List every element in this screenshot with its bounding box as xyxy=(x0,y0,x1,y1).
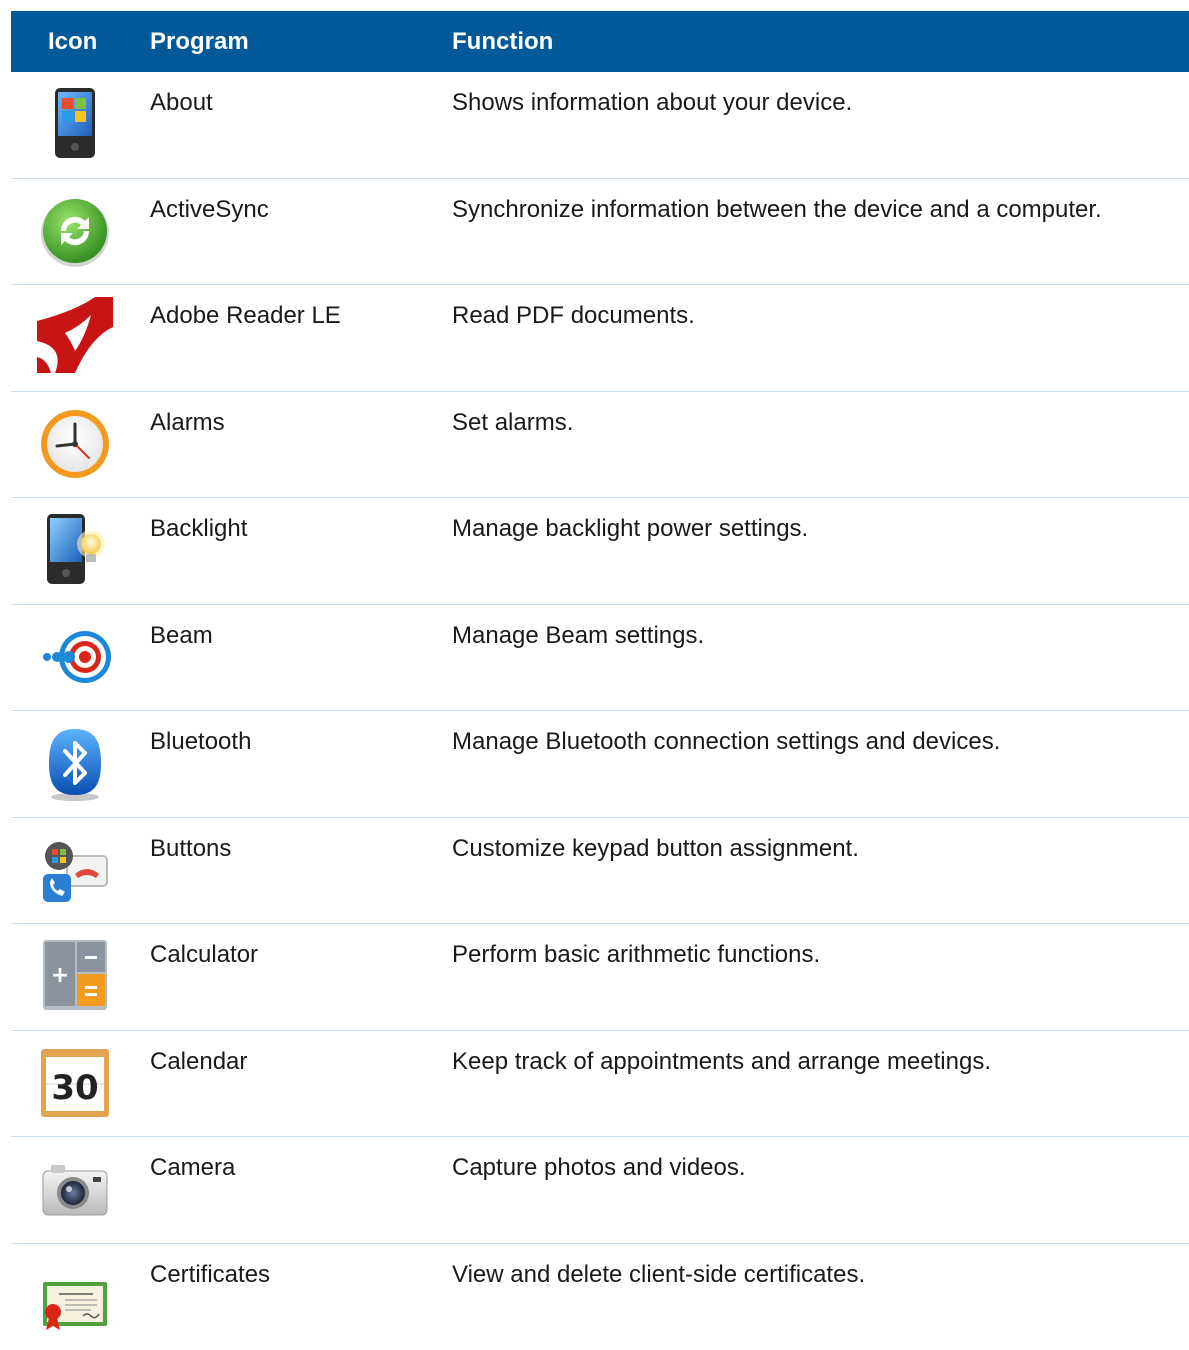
program-name: Certificates xyxy=(150,1260,271,1288)
certificate-icon xyxy=(35,1256,115,1336)
program-name: Backlight xyxy=(150,515,248,542)
program-function: Manage backlight power settings. xyxy=(452,515,809,542)
activesync-icon xyxy=(35,191,115,271)
program-function: Keep track of appointments and arrange m… xyxy=(452,1047,991,1075)
device-about-icon xyxy=(35,84,115,164)
program-function: Manage Beam settings. xyxy=(452,621,705,649)
program-function: Shows information about your device. xyxy=(452,89,853,116)
program-function: Manage Bluetooth connection settings and… xyxy=(452,728,1001,755)
buttons-icon xyxy=(35,830,115,910)
program-function: View and delete client-side certificates… xyxy=(452,1260,866,1288)
table-row: Alarms Set alarms. xyxy=(11,392,1189,498)
table-row: Buttons Customize keypad button assignme… xyxy=(11,818,1189,924)
adobe-reader-icon xyxy=(35,297,115,377)
program-function: Set alarms. xyxy=(452,408,574,436)
program-name: Calendar xyxy=(150,1047,248,1075)
camera-icon xyxy=(35,1149,115,1229)
table-row: About Shows information about your devic… xyxy=(11,72,1189,179)
program-function: Perform basic arithmetic functions. xyxy=(452,941,821,968)
bluetooth-icon xyxy=(35,723,115,803)
calendar-icon: 30 xyxy=(35,1043,115,1123)
table-row: 30 Calendar Keep track of appointments a… xyxy=(11,1031,1189,1137)
table-row: + Calculator Perform basic arithmetic fu… xyxy=(11,924,1189,1031)
table-row: ActiveSync Synchronize information betwe… xyxy=(11,179,1189,285)
table-row: Beam Manage Beam settings. xyxy=(11,605,1189,711)
table-row: Backlight Manage backlight power setting… xyxy=(11,498,1189,605)
program-name: About xyxy=(150,89,213,116)
svg-text:+: + xyxy=(51,963,69,988)
program-name: Alarms xyxy=(150,408,225,436)
table-row: Adobe Reader LE Read PDF documents. xyxy=(11,285,1189,392)
calculator-icon: + xyxy=(35,936,115,1016)
program-name: ActiveSync xyxy=(150,195,269,223)
header-function-column: Function xyxy=(452,28,554,55)
program-function: Customize keypad button assignment. xyxy=(452,834,859,862)
alarm-clock-icon xyxy=(35,404,115,484)
program-name: Camera xyxy=(150,1154,236,1181)
program-name: Adobe Reader LE xyxy=(150,302,341,329)
table-row: Bluetooth Manage Bluetooth connection se… xyxy=(11,711,1189,818)
program-function: Synchronize information between the devi… xyxy=(452,195,1102,223)
program-name: Beam xyxy=(150,621,213,649)
beam-icon xyxy=(35,617,115,697)
header-program-column: Program xyxy=(150,28,249,55)
table-header: Icon Program Function xyxy=(11,11,1189,72)
table-row: Camera Capture photos and videos. xyxy=(11,1137,1189,1244)
program-name: Buttons xyxy=(150,834,232,862)
backlight-icon xyxy=(35,510,115,590)
program-function: Capture photos and videos. xyxy=(452,1154,746,1181)
programs-table: Icon Program Function About Shows inform… xyxy=(11,11,1189,1350)
program-name: Calculator xyxy=(150,941,259,968)
program-name: Bluetooth xyxy=(150,728,252,755)
table-row: Certificates View and delete client-side… xyxy=(11,1244,1189,1350)
header-icon-column: Icon xyxy=(48,28,98,55)
program-function: Read PDF documents. xyxy=(452,302,695,329)
svg-text:30: 30 xyxy=(51,1068,98,1108)
